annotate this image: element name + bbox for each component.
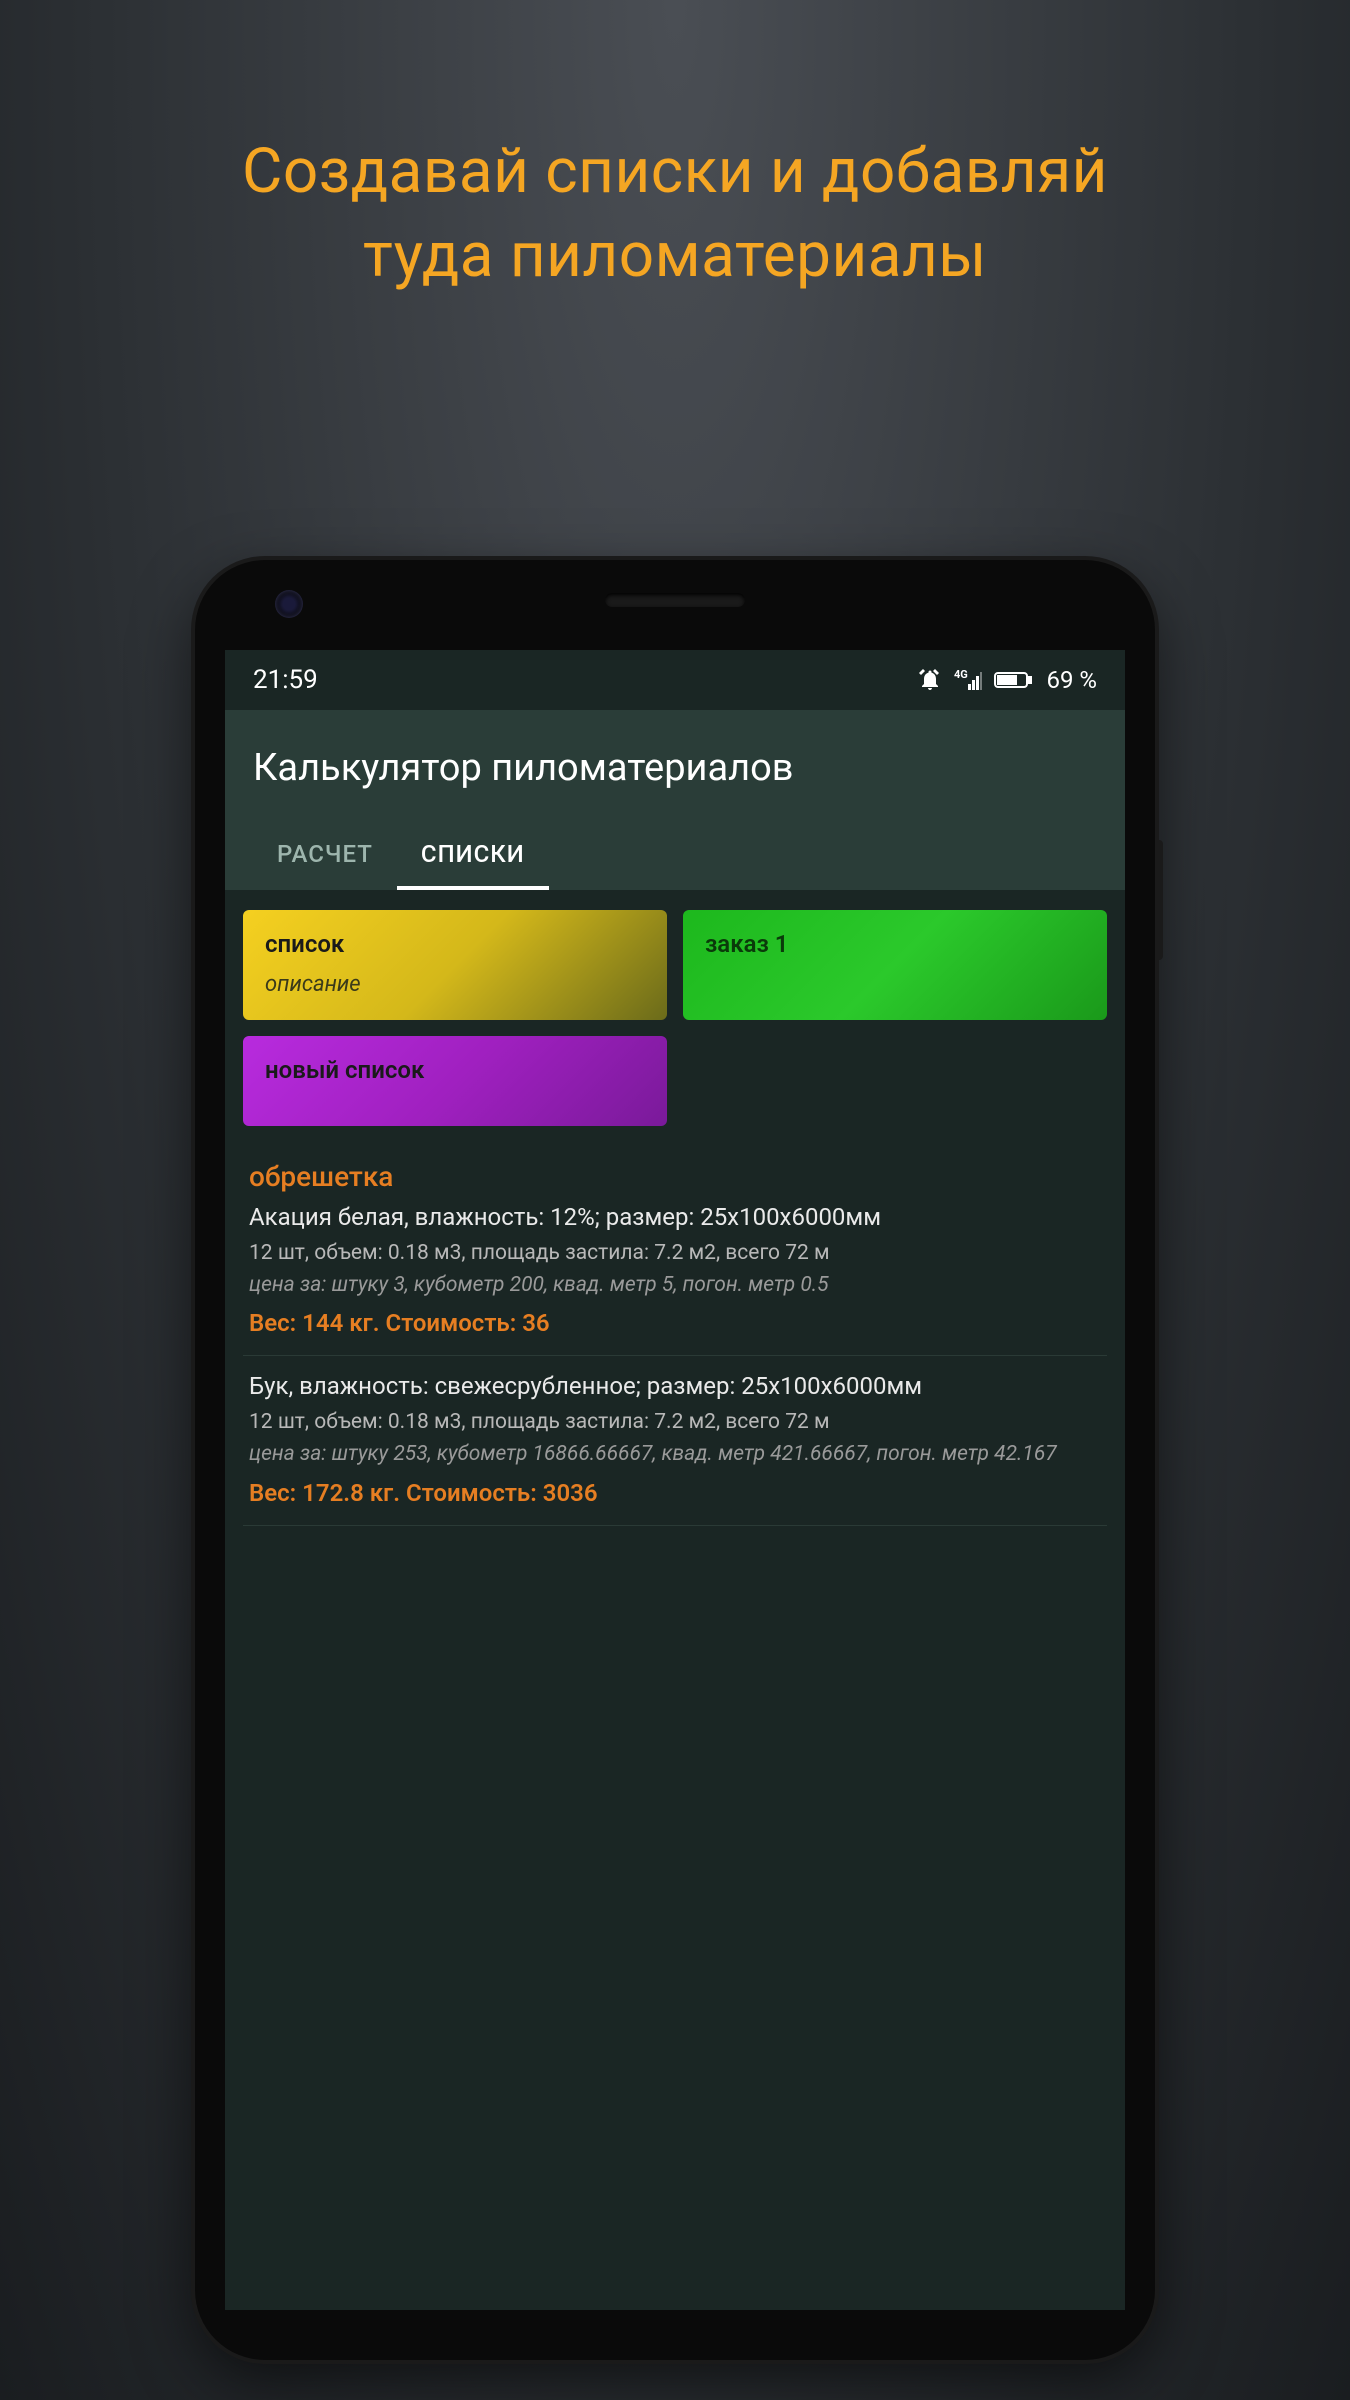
status-time: 21:59 — [253, 665, 318, 695]
promo-title: Создавай списки и добавляй туда пиломате… — [0, 0, 1350, 297]
tabs: РАСЧЕТ СПИСКИ — [253, 822, 1097, 890]
material-item-2[interactable]: Бук, влажность: свежесрубленное; размер:… — [243, 1356, 1107, 1525]
app-screen: 21:59 4G 69 % — [225, 650, 1125, 2310]
status-right: 4G 69 % — [918, 666, 1097, 694]
item-detail: 12 шт, объем: 0.18 м3, площадь застила: … — [249, 1241, 1101, 1265]
item-result: Вес: 172.8 кг. Стоимость: 3036 — [249, 1479, 1101, 1507]
item-spec: Акация белая, влажность: 12%; размер: 25… — [249, 1203, 1101, 1231]
item-title: обрешетка — [249, 1160, 1101, 1193]
promo-line2: туда пиломатериалы — [60, 214, 1290, 298]
item-detail: 12 шт, объем: 0.18 м3, площадь застила: … — [249, 1410, 1101, 1434]
phone-side-button — [1155, 840, 1163, 960]
card-title: список — [265, 930, 645, 958]
item-spec: Бук, влажность: свежесрубленное; размер:… — [249, 1372, 1101, 1400]
list-card-green[interactable]: заказ 1 — [683, 910, 1107, 1020]
phone-camera — [275, 590, 303, 618]
status-bar: 21:59 4G 69 % — [225, 650, 1125, 710]
card-title: заказ 1 — [705, 930, 1085, 958]
phone-hardware-top — [195, 560, 1155, 640]
list-card-purple[interactable]: новый список — [243, 1036, 667, 1126]
card-grid: список описание заказ 1 новый список — [243, 910, 1107, 1126]
item-price: цена за: штуку 3, кубометр 200, квад. ме… — [249, 1271, 1101, 1299]
card-title: новый список — [265, 1056, 645, 1084]
promo-line1: Создавай списки и добавляй — [60, 130, 1290, 214]
alarm-icon — [918, 668, 942, 692]
network-icon: 4G — [954, 668, 982, 692]
item-result: Вес: 144 кг. Стоимость: 36 — [249, 1309, 1101, 1337]
list-card-yellow[interactable]: список описание — [243, 910, 667, 1020]
material-item-1[interactable]: обрешетка Акация белая, влажность: 12%; … — [243, 1144, 1107, 1356]
app-title: Калькулятор пиломатериалов — [253, 746, 1097, 822]
app-header: Калькулятор пиломатериалов РАСЧЕТ СПИСКИ — [225, 710, 1125, 890]
tab-lists[interactable]: СПИСКИ — [397, 822, 549, 890]
phone-frame: 21:59 4G 69 % — [195, 560, 1155, 2360]
svg-text:4G: 4G — [954, 668, 968, 681]
card-desc: описание — [265, 972, 645, 997]
tab-calc[interactable]: РАСЧЕТ — [253, 822, 397, 890]
battery-icon — [994, 670, 1034, 690]
content-area: список описание заказ 1 новый список обр… — [225, 890, 1125, 1546]
item-price: цена за: штуку 253, кубометр 16866.66667… — [249, 1440, 1101, 1468]
battery-percent: 69 % — [1046, 666, 1097, 694]
phone-speaker — [605, 593, 745, 607]
